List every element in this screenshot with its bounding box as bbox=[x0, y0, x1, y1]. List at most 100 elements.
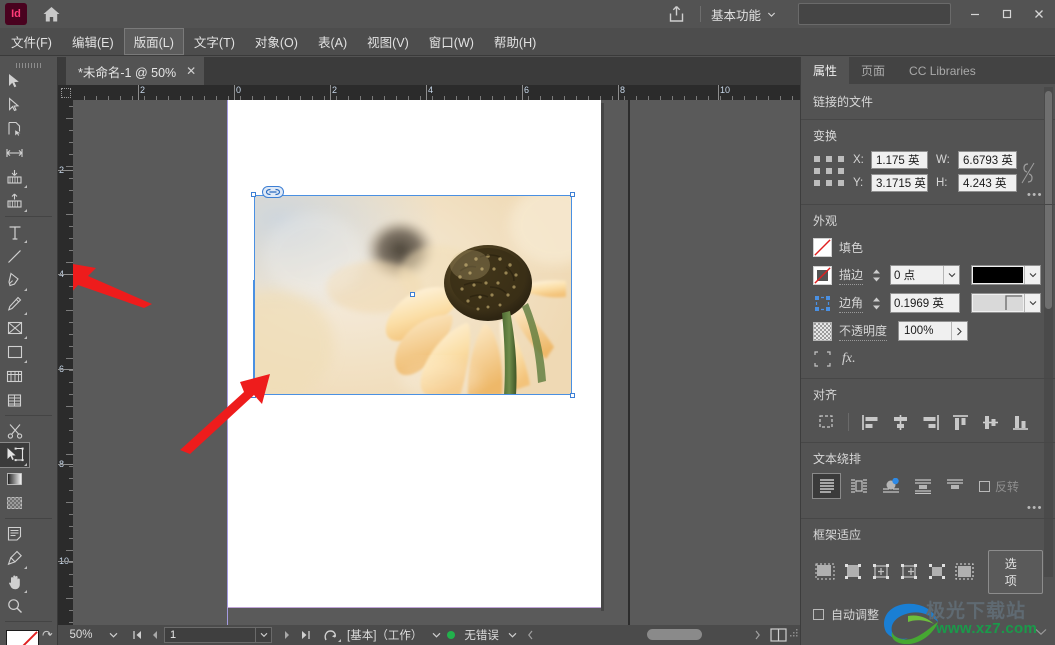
scrollbar-thumb[interactable] bbox=[646, 629, 702, 640]
note-tool[interactable] bbox=[0, 522, 29, 546]
rectangle-frame-tool[interactable] bbox=[0, 316, 29, 340]
line-tool[interactable] bbox=[0, 244, 29, 268]
close-icon[interactable]: ✕ bbox=[186, 64, 196, 78]
resize-handle-top-right[interactable] bbox=[570, 192, 575, 197]
minimize-button[interactable] bbox=[959, 0, 991, 28]
chevron-down-icon[interactable] bbox=[1024, 266, 1040, 284]
fill-color-icon[interactable] bbox=[813, 237, 832, 257]
hand-tool[interactable] bbox=[0, 570, 29, 594]
menu-type[interactable]: 文字(T) bbox=[185, 29, 244, 54]
gradient-feather-tool[interactable] bbox=[0, 491, 29, 515]
resize-handle-top-left[interactable] bbox=[251, 192, 256, 197]
corner-options-icon[interactable] bbox=[813, 294, 832, 313]
stroke-weight-field[interactable]: 0 点 bbox=[890, 265, 961, 285]
table-tool[interactable] bbox=[0, 388, 29, 412]
share-icon[interactable] bbox=[664, 1, 690, 27]
fx-button[interactable]: fx. bbox=[842, 351, 856, 367]
align-horizontal-centers-icon[interactable] bbox=[887, 410, 914, 434]
corner-size-field[interactable]: 0.1969 英 bbox=[890, 293, 961, 313]
home-icon[interactable] bbox=[39, 2, 63, 26]
content-grabber-icon[interactable] bbox=[262, 186, 284, 198]
fit-content-proportionally-icon[interactable] bbox=[841, 560, 865, 584]
stroke-color-picker[interactable] bbox=[971, 265, 1042, 285]
align-left-edges-icon[interactable] bbox=[857, 410, 884, 434]
document-canvas[interactable] bbox=[73, 100, 800, 625]
menu-file[interactable]: 文件(F) bbox=[2, 29, 61, 54]
menu-edit[interactable]: 编辑(E) bbox=[63, 29, 123, 54]
chevron-down-icon[interactable] bbox=[943, 266, 959, 284]
workspace-switcher[interactable]: 基本功能 bbox=[711, 5, 776, 24]
fill-frame-proportionally-icon[interactable] bbox=[813, 560, 837, 584]
document-layout-icon[interactable] bbox=[766, 625, 790, 645]
page-dropdown-icon[interactable] bbox=[255, 628, 271, 642]
swap-fill-stroke-icon[interactable] bbox=[41, 626, 53, 638]
horizontal-scrollbar[interactable] bbox=[542, 629, 746, 641]
scissors-tool[interactable] bbox=[0, 419, 29, 443]
menu-table[interactable]: 表(A) bbox=[309, 29, 356, 54]
selection-tool[interactable] bbox=[0, 69, 29, 93]
corner-label[interactable]: 边角 bbox=[839, 294, 864, 313]
wrap-jump-next-column-icon[interactable] bbox=[941, 474, 968, 498]
corner-shape-picker[interactable] bbox=[971, 293, 1042, 313]
opacity-field[interactable]: 100% bbox=[898, 321, 969, 341]
last-page-icon[interactable] bbox=[296, 625, 314, 645]
selected-image-frame[interactable] bbox=[251, 186, 575, 398]
scroll-right-icon[interactable] bbox=[748, 625, 766, 645]
corner-size-spinner[interactable] bbox=[870, 293, 883, 313]
align-to-selection-icon[interactable] bbox=[813, 410, 840, 434]
opacity-options-icon[interactable] bbox=[951, 322, 967, 340]
search-input[interactable] bbox=[798, 3, 951, 25]
content-placer-tool[interactable] bbox=[0, 189, 29, 213]
type-tool[interactable] bbox=[0, 220, 29, 244]
wrap-none-icon[interactable] bbox=[812, 473, 841, 499]
pencil-tool[interactable] bbox=[0, 292, 29, 316]
w-field[interactable]: 6.6793 英 bbox=[958, 151, 1017, 169]
panel-grip[interactable] bbox=[0, 57, 57, 69]
menu-view[interactable]: 视图(V) bbox=[358, 29, 418, 54]
panel-collapse-icon[interactable] bbox=[1035, 625, 1047, 639]
align-bottom-edges-icon[interactable] bbox=[1007, 410, 1034, 434]
zoom-level[interactable]: 50% bbox=[58, 629, 104, 641]
invert-checkbox[interactable] bbox=[979, 480, 990, 492]
align-vertical-centers-icon[interactable] bbox=[977, 410, 1004, 434]
menu-help[interactable]: 帮助(H) bbox=[485, 29, 545, 54]
maximize-button[interactable] bbox=[991, 0, 1023, 28]
auto-fit-frame-icon[interactable] bbox=[953, 560, 977, 584]
menu-layout[interactable]: 版面(L) bbox=[123, 28, 184, 55]
resize-grip[interactable] bbox=[790, 629, 800, 641]
align-right-edges-icon[interactable] bbox=[917, 410, 944, 434]
reference-point-proxy[interactable] bbox=[813, 155, 847, 189]
next-page-icon[interactable] bbox=[278, 625, 296, 645]
error-dropdown-icon[interactable] bbox=[504, 625, 522, 645]
rectangle-tool[interactable] bbox=[0, 340, 29, 364]
resize-handle-bottom-right[interactable] bbox=[570, 393, 575, 398]
center-content-icon[interactable] bbox=[925, 560, 949, 584]
content-collector-tool[interactable] bbox=[0, 165, 29, 189]
constrain-proportions-icon[interactable] bbox=[1021, 161, 1037, 183]
vertical-ruler[interactable]: 246810 bbox=[58, 100, 73, 625]
x-field[interactable]: 1.175 英 bbox=[871, 151, 928, 169]
prev-page-icon[interactable] bbox=[146, 625, 164, 645]
gap-tool[interactable] bbox=[0, 141, 29, 165]
transform-more-options[interactable]: ••• bbox=[1027, 189, 1043, 201]
wrap-jump-object-icon[interactable] bbox=[909, 474, 936, 498]
fitting-options-button[interactable]: 选项 bbox=[987, 550, 1044, 594]
stroke-color-icon[interactable] bbox=[813, 265, 832, 285]
direct-selection-tool[interactable] bbox=[0, 93, 29, 117]
fill-swatch[interactable] bbox=[6, 630, 39, 645]
tab-cc-libraries[interactable]: CC Libraries bbox=[897, 57, 988, 84]
first-page-icon[interactable] bbox=[128, 625, 146, 645]
preflight-icon[interactable] bbox=[318, 625, 342, 645]
object-effects-icon[interactable] bbox=[813, 350, 832, 369]
gradient-swatch-tool[interactable] bbox=[0, 467, 29, 491]
align-top-edges-icon[interactable] bbox=[947, 410, 974, 434]
eyedropper-tool[interactable] bbox=[0, 546, 29, 570]
autofit-checkbox[interactable] bbox=[813, 609, 824, 620]
free-transform-tool[interactable] bbox=[0, 364, 29, 388]
fit-frame-to-content-icon[interactable] bbox=[869, 560, 893, 584]
wrap-object-shape-icon[interactable] bbox=[877, 474, 904, 498]
close-button[interactable] bbox=[1023, 0, 1055, 28]
chevron-down-icon[interactable] bbox=[1024, 294, 1040, 312]
menu-window[interactable]: 窗口(W) bbox=[420, 29, 483, 54]
wrap-bounding-box-icon[interactable] bbox=[845, 474, 872, 498]
